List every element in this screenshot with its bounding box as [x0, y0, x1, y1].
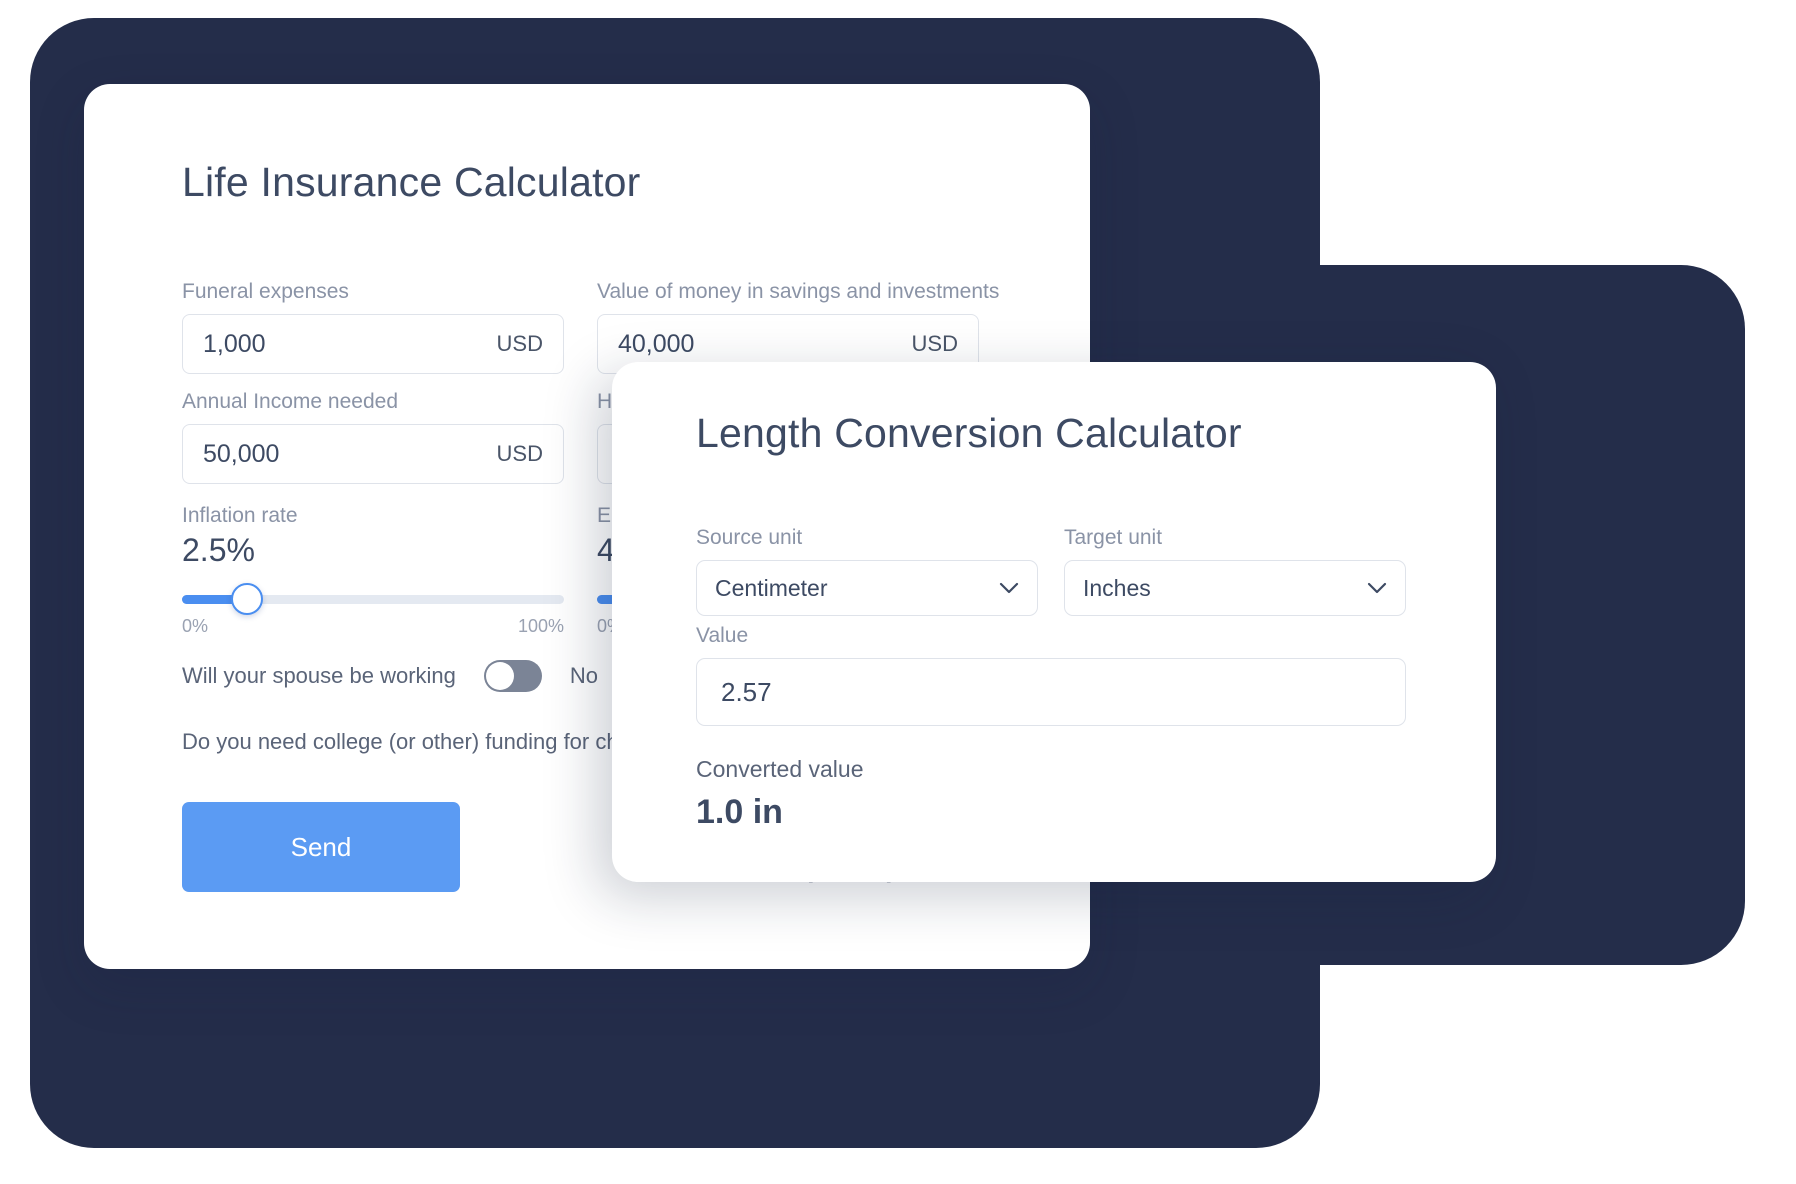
converted-value-result: 1.0 in [696, 793, 783, 831]
value-label: Value [696, 624, 749, 647]
annual-income-currency: USD [496, 441, 543, 466]
chevron-down-icon [999, 582, 1019, 594]
spouse-working-toggle-row: Will your spouse be working No [182, 660, 598, 692]
source-unit-group: Source unit Centimeter [696, 526, 1038, 616]
funeral-expenses-label: Funeral expenses [182, 280, 349, 303]
inflation-rate-max-label: 100% [517, 616, 564, 636]
value-input[interactable]: 2.57 [696, 658, 1406, 726]
value-group: Value 2.57 [696, 624, 1406, 726]
savings-investments-currency: USD [911, 331, 958, 356]
spouse-working-question: Will your spouse be working [182, 663, 456, 688]
length-conversion-calculator-card: Length Conversion Calculator Source unit… [612, 362, 1496, 882]
annual-income-field: Annual Income needed 50,000 USD [182, 390, 564, 484]
funeral-expenses-input[interactable]: 1,000 USD [182, 314, 564, 374]
toggle-knob [485, 662, 514, 690]
send-button[interactable]: Send [182, 802, 460, 892]
annual-income-label: Annual Income needed [182, 390, 398, 413]
inflation-rate-label: Inflation rate [182, 504, 298, 527]
chevron-down-icon [1367, 582, 1387, 594]
annual-income-value: 50,000 [203, 439, 280, 468]
value-input-text: 2.57 [721, 676, 772, 707]
savings-investments-value: 40,000 [618, 329, 695, 358]
funeral-expenses-value: 1,000 [203, 329, 266, 358]
inflation-rate-knob[interactable] [230, 583, 263, 615]
screenshot-root: Life Insurance Calculator Funeral expens… [0, 0, 1796, 1184]
target-unit-select[interactable]: Inches [1064, 560, 1406, 616]
source-unit-value: Centimeter [715, 574, 828, 601]
savings-investments-label: Value of money in savings and investment… [597, 280, 1000, 303]
length-card-title: Length Conversion Calculator [696, 410, 1242, 456]
savings-investments-field: Value of money in savings and investment… [597, 280, 1000, 374]
children-funding-question: Do you need college (or other) funding f… [182, 729, 685, 754]
converted-value-group: Converted value 1.0 in [696, 756, 864, 832]
funeral-expenses-field: Funeral expenses 1,000 USD [182, 280, 564, 374]
inflation-rate-min-label: 0% [182, 616, 209, 636]
target-unit-value: Inches [1083, 574, 1151, 601]
inflation-rate-track[interactable] [182, 583, 564, 615]
target-unit-group: Target unit Inches [1064, 526, 1406, 616]
source-unit-select[interactable]: Centimeter [696, 560, 1038, 616]
spouse-working-toggle[interactable] [483, 660, 542, 692]
converted-value-label: Converted value [696, 756, 864, 782]
funeral-expenses-currency: USD [496, 331, 543, 356]
spouse-working-state: No [569, 663, 599, 688]
annual-income-input[interactable]: 50,000 USD [182, 424, 564, 484]
inflation-rate-value: 2.5% [182, 532, 255, 568]
source-unit-label: Source unit [696, 526, 803, 549]
inflation-rate-ticks: 0% 100% [182, 616, 564, 637]
target-unit-label: Target unit [1064, 526, 1163, 549]
life-card-title: Life Insurance Calculator [182, 159, 641, 205]
inflation-rate-slider-group: Inflation rate 2.5% 0% 100% [182, 504, 564, 637]
expenses-slider-label: E [597, 504, 612, 527]
